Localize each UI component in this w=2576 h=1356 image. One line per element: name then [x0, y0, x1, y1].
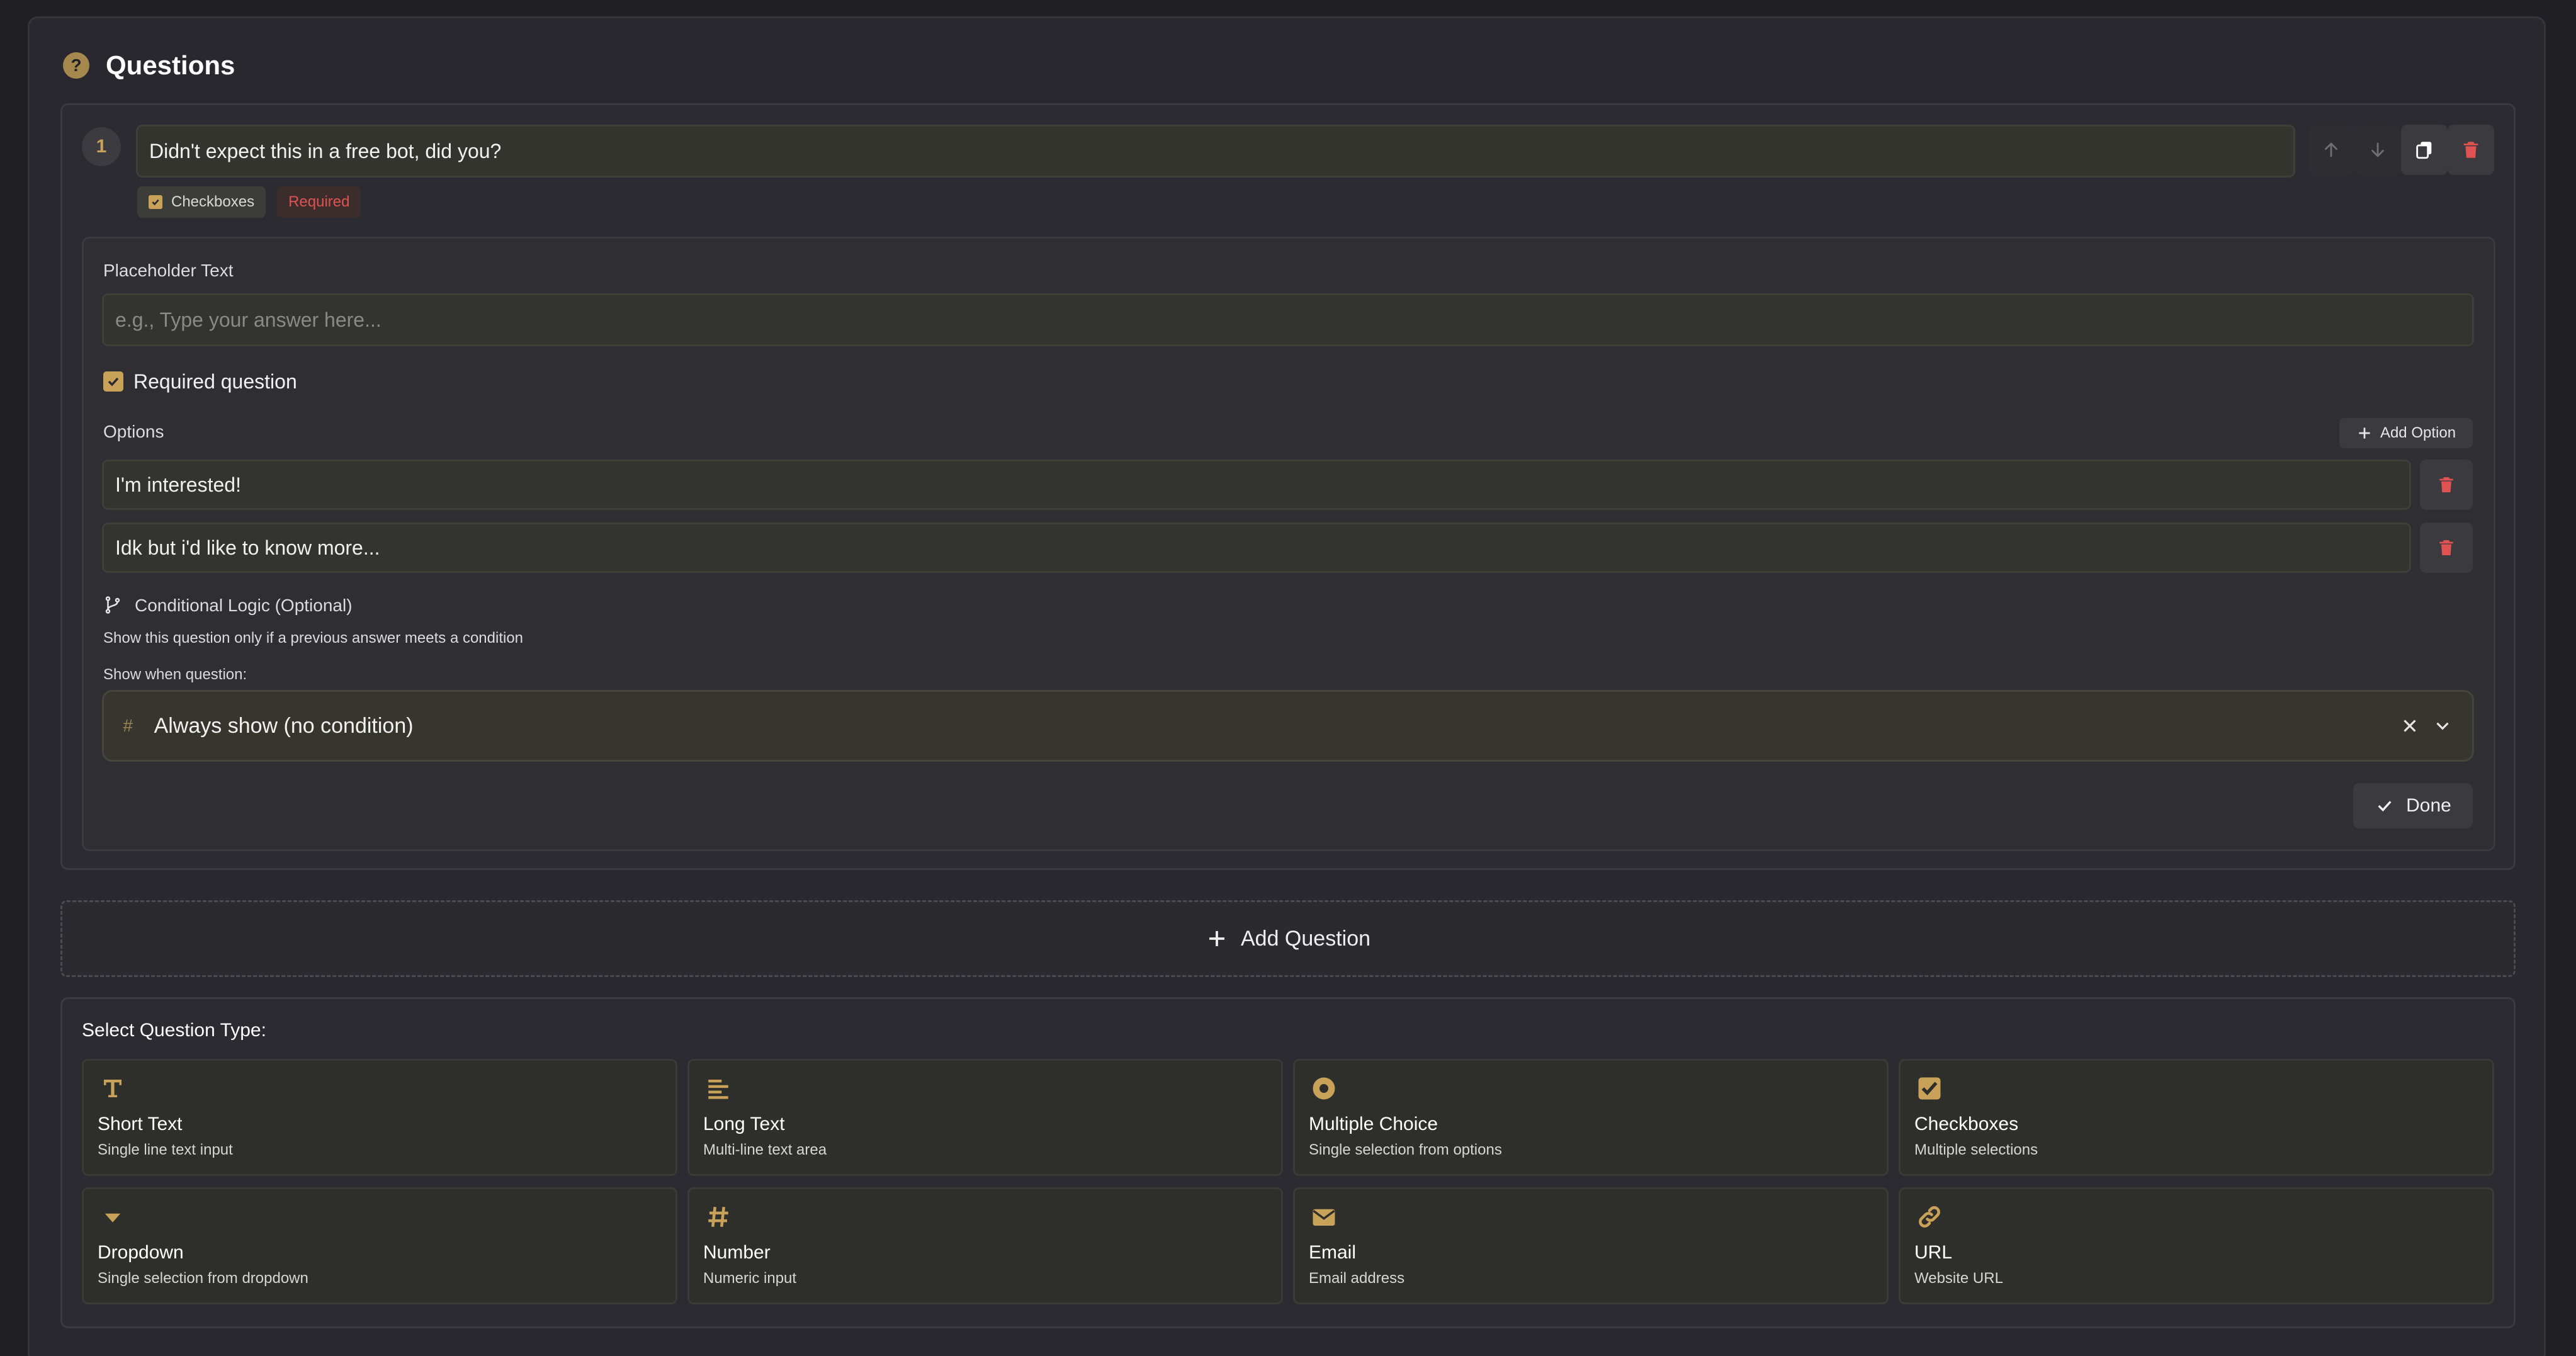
- radio-icon: [1309, 1073, 1339, 1104]
- type-name: Short Text: [98, 1114, 183, 1134]
- options-label: Options: [103, 422, 164, 441]
- type-name: Email: [1309, 1242, 1357, 1263]
- clear-icon[interactable]: [2399, 715, 2421, 737]
- question-type-title: Select Question Type:: [82, 1020, 266, 1041]
- type-name: Number: [703, 1242, 771, 1263]
- arrow-up-icon: [2325, 142, 2337, 157]
- type-name: Dropdown: [98, 1242, 184, 1263]
- delete-question-button[interactable]: [2448, 125, 2494, 175]
- option-input[interactable]: I'm interested!: [102, 460, 2411, 510]
- type-name: Checkboxes: [1914, 1114, 2019, 1134]
- branch-icon: [105, 596, 120, 614]
- type-card-short-text[interactable]: Short Text Single line text input: [82, 1059, 677, 1176]
- envelope-icon: [1309, 1202, 1339, 1232]
- add-option-button[interactable]: Add Option: [2339, 418, 2473, 448]
- placeholder-label: Placeholder Text: [103, 261, 234, 280]
- add-question-label: Add Question: [1240, 926, 1371, 951]
- help-icon: ?: [63, 52, 89, 79]
- chevron-down-icon[interactable]: [2432, 715, 2453, 737]
- type-card-url[interactable]: URL Website URL: [1899, 1187, 2494, 1304]
- add-option-label: Add Option: [2380, 424, 2456, 441]
- type-description: Website URL: [1914, 1270, 2003, 1287]
- type-card-email[interactable]: Email Email address: [1293, 1187, 1889, 1304]
- type-card-checkboxes[interactable]: Checkboxes Multiple selections: [1899, 1059, 2494, 1176]
- section-title: Questions: [106, 50, 235, 80]
- check-icon: [2378, 801, 2392, 812]
- type-description: Single selection from dropdown: [98, 1270, 308, 1287]
- text-icon: [98, 1073, 128, 1104]
- type-card-number[interactable]: Number Numeric input: [687, 1187, 1283, 1304]
- type-description: Single line text input: [98, 1141, 233, 1158]
- required-badge: Required: [277, 186, 361, 218]
- trash-icon: [2439, 477, 2453, 492]
- placeholder-input[interactable]: e.g., Type your answer here...: [102, 293, 2474, 346]
- type-name: Multiple Choice: [1309, 1114, 1438, 1134]
- caret-down-icon: [98, 1202, 128, 1232]
- paragraph-icon: [703, 1073, 733, 1104]
- copy-icon: [2416, 142, 2432, 159]
- required-checkbox[interactable]: [103, 371, 123, 392]
- done-button[interactable]: Done: [2353, 783, 2473, 828]
- type-card-multiple-choice[interactable]: Multiple Choice Single selection from op…: [1293, 1059, 1889, 1176]
- type-description: Multiple selections: [1914, 1141, 2038, 1158]
- type-card-long-text[interactable]: Long Text Multi-line text area: [687, 1059, 1283, 1176]
- delete-option-button[interactable]: [2420, 460, 2473, 510]
- question-number: 1: [82, 127, 121, 166]
- show-when-label: Show when question:: [103, 666, 247, 683]
- type-description: Email address: [1309, 1270, 1405, 1287]
- checkbox-icon: [149, 195, 162, 209]
- required-label[interactable]: Required question: [133, 370, 297, 393]
- plus-icon: [2359, 427, 2370, 439]
- duplicate-button[interactable]: [2401, 125, 2448, 175]
- checkbox-icon: [1914, 1073, 1945, 1104]
- type-badge: Checkboxes: [137, 186, 266, 218]
- type-badge-label: Checkboxes: [171, 193, 255, 210]
- condition-select-value: Always show (no condition): [154, 713, 414, 738]
- move-up-button[interactable]: [2308, 125, 2354, 175]
- done-label: Done: [2406, 795, 2451, 816]
- condition-select[interactable]: # Always show (no condition): [102, 690, 2474, 762]
- hash-icon: [703, 1202, 733, 1232]
- conditional-description: Show this question only if a previous an…: [103, 630, 524, 647]
- type-description: Multi-line text area: [703, 1141, 827, 1158]
- trash-icon: [2463, 142, 2478, 158]
- type-name: Long Text: [703, 1114, 785, 1134]
- conditional-title: Conditional Logic (Optional): [135, 596, 353, 615]
- type-description: Single selection from options: [1309, 1141, 1502, 1158]
- option-input[interactable]: Idk but i'd like to know more...: [102, 523, 2411, 573]
- question-title-input[interactable]: Didn't expect this in a free bot, did yo…: [136, 125, 2295, 178]
- hash-icon: #: [123, 716, 133, 735]
- type-name: URL: [1914, 1242, 1953, 1263]
- plus-icon: [1209, 931, 1224, 946]
- type-card-dropdown[interactable]: Dropdown Single selection from dropdown: [82, 1187, 677, 1304]
- arrow-down-icon: [2371, 142, 2384, 157]
- link-icon: [1914, 1202, 1945, 1232]
- type-description: Numeric input: [703, 1270, 797, 1287]
- move-down-button[interactable]: [2354, 125, 2401, 175]
- add-question-button[interactable]: Add Question: [60, 900, 2516, 977]
- section-header: ? Questions: [63, 49, 235, 82]
- delete-option-button[interactable]: [2420, 523, 2473, 573]
- question-tags: Checkboxes Required: [137, 186, 361, 218]
- trash-icon: [2439, 540, 2453, 555]
